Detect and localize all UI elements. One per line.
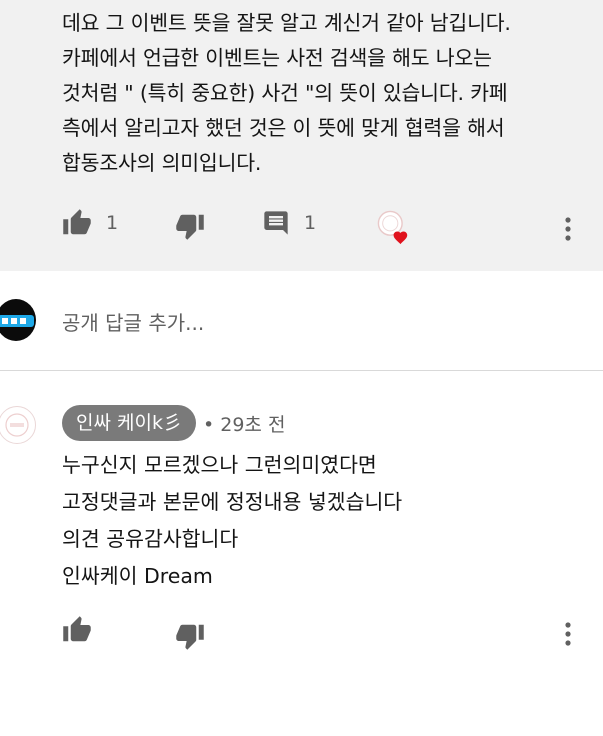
creator-heart-icon xyxy=(377,210,408,245)
avatar xyxy=(5,413,29,437)
comment-more-button[interactable] xyxy=(562,216,574,246)
avatar xyxy=(0,299,36,341)
add-reply-bar: 공개 답글 추가... xyxy=(0,271,603,371)
reply-more-button[interactable] xyxy=(562,621,574,651)
more-vert-icon xyxy=(565,622,571,646)
user-avatar xyxy=(0,299,36,341)
reply-actions xyxy=(0,615,603,655)
thumbs-up-icon xyxy=(63,616,91,642)
reply-like-button[interactable] xyxy=(62,615,92,645)
thumbs-up-icon xyxy=(63,209,91,235)
comment-actions: 1 1 xyxy=(0,208,603,248)
comment-text: 데요 그 이벤트 뜻을 잘못 알고 계신거 같아 남깁니다. 카페에서 언급한 … xyxy=(62,11,511,175)
reply-button[interactable]: 1 xyxy=(262,209,316,237)
reply-timestamp: • 29초 전 xyxy=(203,414,286,436)
like-button[interactable]: 1 xyxy=(62,208,118,238)
reply-author-avatar[interactable] xyxy=(0,406,36,444)
top-comment: 데요 그 이벤트 뜻을 잘못 알고 계신거 같아 남깁니다. 카페에서 언급한 … xyxy=(0,0,603,271)
thumbs-down-icon xyxy=(176,214,204,240)
creator-heart xyxy=(377,210,413,248)
comment-icon xyxy=(264,211,288,235)
reply-input[interactable]: 공개 답글 추가... xyxy=(62,307,204,336)
more-vert-icon xyxy=(565,217,571,241)
thumbs-down-icon xyxy=(176,624,204,650)
reply-text: 누구신지 모르겠으나 그런의미였다면 고정댓글과 본문에 정정내용 넣겠습니다 … xyxy=(62,453,403,588)
like-count: 1 xyxy=(106,212,119,234)
reply-count: 1 xyxy=(304,212,317,234)
dislike-button[interactable] xyxy=(175,211,205,241)
reply-author-name[interactable]: 인싸 케이k彡 xyxy=(62,405,196,441)
reply-dislike-button[interactable] xyxy=(175,621,205,651)
